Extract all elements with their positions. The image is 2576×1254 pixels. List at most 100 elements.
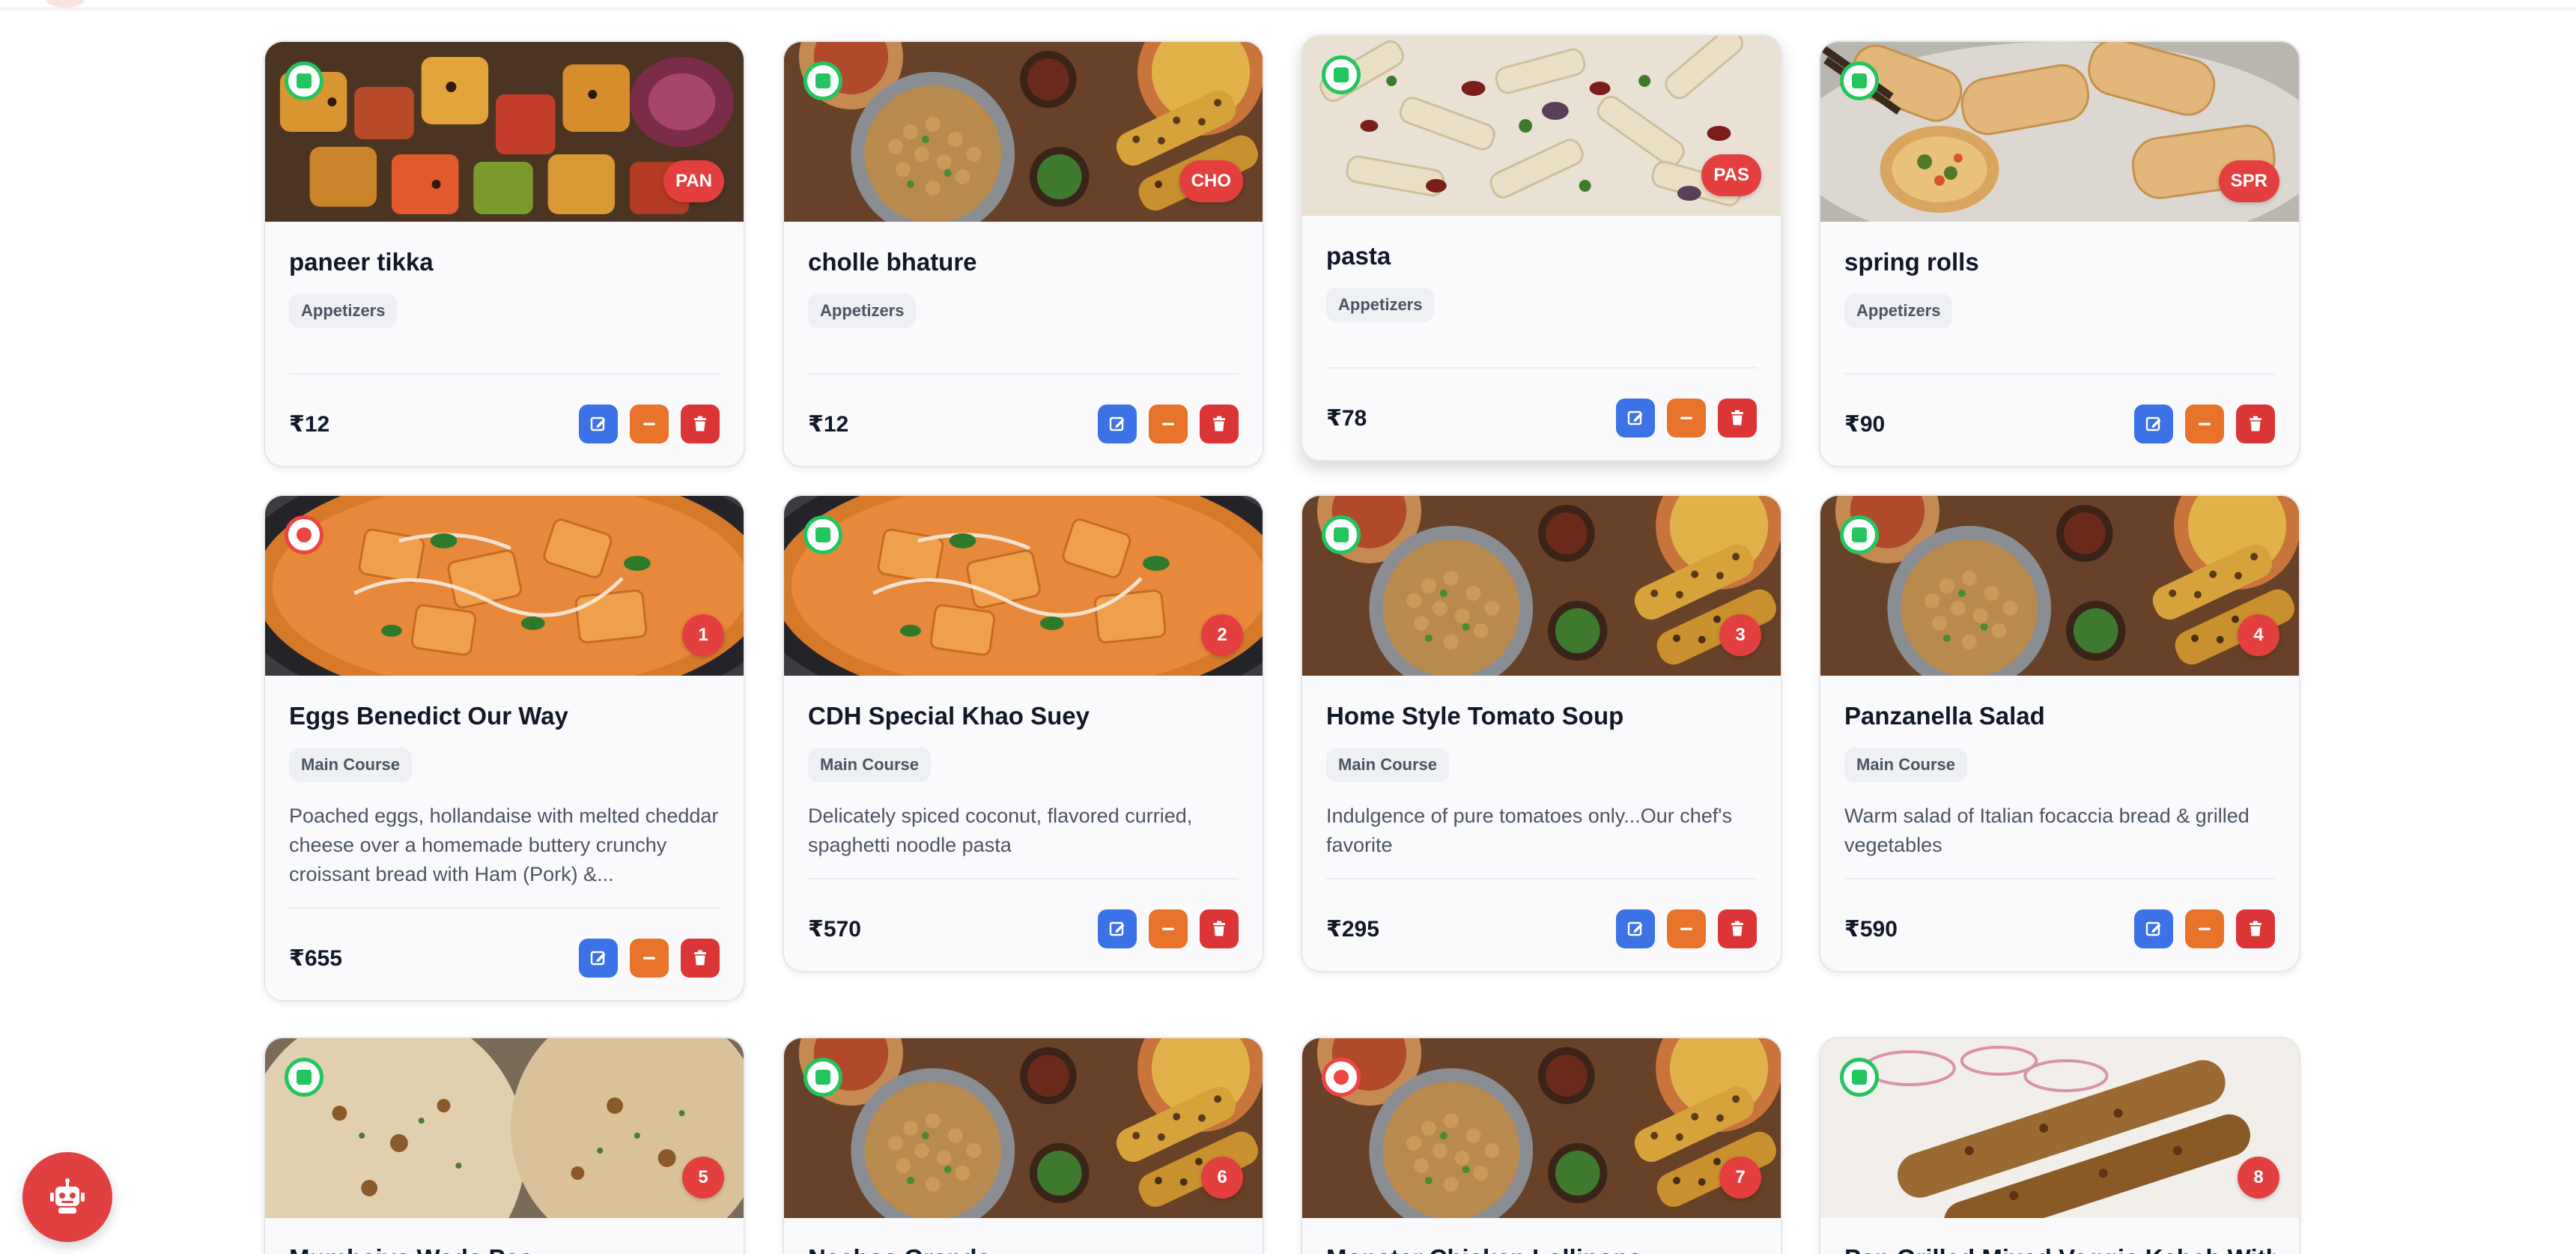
- menu-card[interactable]: PAS pasta Appetizers ₹78: [1301, 34, 1782, 461]
- trash-icon: [1731, 921, 1743, 936]
- edit-button[interactable]: [2134, 909, 2173, 948]
- food-image: 3: [1302, 496, 1781, 676]
- menu-card[interactable]: 2 CDH Special Khao Suey Main Course Deli…: [783, 494, 1264, 972]
- item-badge: PAN: [663, 160, 724, 202]
- item-price: ₹295: [1326, 916, 1379, 942]
- item-price: ₹78: [1326, 405, 1367, 431]
- card-divider: [808, 373, 1239, 375]
- diet-mark: [297, 1070, 312, 1085]
- item-name: Eggs Benedict Our Way: [289, 702, 568, 730]
- minus-icon: [1162, 927, 1174, 930]
- toggle-availability-button[interactable]: [630, 405, 669, 443]
- item-price: ₹655: [289, 945, 342, 971]
- edit-icon: [1627, 921, 1643, 936]
- robot-icon[interactable]: [22, 1152, 112, 1242]
- delete-button[interactable]: [2236, 405, 2275, 443]
- toggle-availability-button[interactable]: [1667, 909, 1706, 948]
- category-tag: Main Course: [1326, 748, 1450, 782]
- minus-icon: [1162, 422, 1174, 425]
- edit-button[interactable]: [2134, 405, 2173, 443]
- item-description: Poached eggs, hollandaise with melted ch…: [289, 805, 719, 885]
- item-name: Home Style Tomato Soup: [1326, 702, 1624, 730]
- card-divider: [1844, 878, 2275, 879]
- toggle-availability-button[interactable]: [1667, 399, 1706, 437]
- diet-mark: [815, 73, 830, 88]
- menu-card[interactable]: 5 Mumbaiya Wada Pao: [264, 1037, 745, 1254]
- food-image: 4: [1820, 496, 2299, 676]
- robot-glyph: [50, 1178, 85, 1214]
- diet-mark: [297, 73, 312, 88]
- item-name: CDH Special Khao Suey: [808, 702, 1090, 730]
- diet-mark: [1334, 527, 1349, 542]
- item-name: Monster Chicken Lollipops: [1326, 1242, 1757, 1254]
- menu-card[interactable]: CHO cholle bhature Appetizers ₹12: [783, 40, 1264, 467]
- food-image: 2: [784, 496, 1263, 676]
- item-name: spring rolls: [1844, 248, 1979, 276]
- delete-button[interactable]: [681, 939, 720, 978]
- item-badge: 6: [1201, 1157, 1243, 1199]
- diet-mark: [815, 1070, 830, 1085]
- delete-button[interactable]: [2236, 909, 2275, 948]
- diet-mark: [1852, 527, 1867, 542]
- edit-icon: [1627, 411, 1643, 425]
- item-badge: 3: [1719, 614, 1761, 656]
- edit-button[interactable]: [1098, 405, 1137, 443]
- food-image: SPR: [1820, 42, 2299, 222]
- delete-button[interactable]: [1718, 399, 1757, 437]
- menu-card[interactable]: PAN paneer tikka Appetizers ₹12: [264, 40, 745, 467]
- food-image: PAS: [1302, 36, 1781, 216]
- item-badge: PAS: [1701, 154, 1761, 196]
- diet-mark: [297, 527, 312, 542]
- veg-indicator-icon: [804, 61, 842, 100]
- menu-card[interactable]: 7 Monster Chicken Lollipops: [1301, 1037, 1782, 1254]
- menu-card[interactable]: 6 Nachos Grande: [783, 1037, 1264, 1254]
- category-tag: Appetizers: [1844, 294, 1953, 328]
- delete-button[interactable]: [681, 405, 720, 443]
- veg-indicator-icon: [285, 61, 323, 100]
- trash-icon: [694, 416, 706, 431]
- toggle-availability-button[interactable]: [1149, 909, 1188, 948]
- category-tag: Main Course: [289, 748, 413, 782]
- item-badge: 2: [1201, 614, 1243, 656]
- category-tag: Appetizers: [1326, 288, 1435, 322]
- menu-card[interactable]: 1 Eggs Benedict Our Way Main Course Poac…: [264, 494, 745, 1002]
- edit-button[interactable]: [1098, 909, 1137, 948]
- food-image: 5: [265, 1038, 744, 1218]
- edit-button[interactable]: [579, 405, 618, 443]
- category-tag: Main Course: [1844, 748, 1968, 782]
- edit-icon: [2145, 921, 2161, 936]
- diet-mark: [815, 527, 830, 542]
- toggle-availability-button[interactable]: [630, 939, 669, 978]
- menu-card[interactable]: 3 Home Style Tomato Soup Main Course Ind…: [1301, 494, 1782, 972]
- menu-card[interactable]: 4 Panzanella Salad Main Course Warm sala…: [1819, 494, 2300, 972]
- food-image: PAN: [265, 42, 744, 222]
- item-price: ₹570: [808, 916, 861, 942]
- veg-indicator-icon: [285, 1058, 323, 1097]
- edit-button[interactable]: [1616, 909, 1655, 948]
- toggle-availability-button[interactable]: [1149, 405, 1188, 443]
- edit-icon: [2145, 417, 2161, 431]
- minus-icon: [2199, 422, 2211, 425]
- item-badge: 5: [682, 1157, 724, 1199]
- edit-button[interactable]: [579, 939, 618, 978]
- card-divider: [808, 878, 1239, 879]
- card-divider: [1844, 373, 2275, 375]
- diet-mark: [1852, 1070, 1867, 1085]
- item-description: Indulgence of pure tomatoes only...Our c…: [1326, 805, 1732, 856]
- top-header-bar: [0, 0, 2576, 7]
- minus-icon: [2199, 927, 2211, 930]
- item-name: Pan Grilled Mixed Veggie Kebab With: [1844, 1242, 2275, 1254]
- edit-button[interactable]: [1616, 399, 1655, 437]
- diet-mark: [1334, 1070, 1349, 1085]
- trash-icon: [2250, 416, 2261, 431]
- menu-card[interactable]: SPR spring rolls Appetizers ₹90: [1819, 40, 2300, 467]
- menu-card[interactable]: 8 Pan Grilled Mixed Veggie Kebab With: [1819, 1037, 2300, 1254]
- diet-mark: [1852, 73, 1867, 88]
- delete-button[interactable]: [1718, 909, 1757, 948]
- veg-indicator-icon: [1840, 1058, 1879, 1097]
- toggle-availability-button[interactable]: [2185, 405, 2224, 443]
- toggle-availability-button[interactable]: [2185, 909, 2224, 948]
- delete-button[interactable]: [1200, 405, 1239, 443]
- veg-indicator-icon: [1840, 61, 1879, 100]
- delete-button[interactable]: [1200, 909, 1239, 948]
